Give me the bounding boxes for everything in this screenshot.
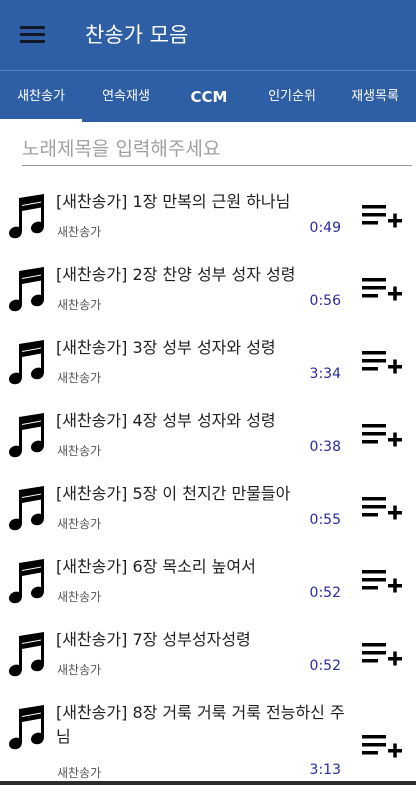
tab-ccm[interactable]: CCM (168, 71, 250, 123)
song-duration: 0:55 (309, 512, 341, 528)
tab-popular[interactable]: 인기순위 (251, 71, 333, 123)
song-category: 새찬송가 (57, 371, 102, 385)
music-note-icon (8, 192, 48, 240)
song-duration: 3:34 (309, 366, 341, 382)
playlist-add-icon[interactable] (362, 568, 404, 596)
song-category: 새찬송가 (57, 444, 102, 458)
music-note-icon (8, 703, 48, 751)
tab-playlist[interactable]: 재생목록 (334, 71, 416, 123)
song-category: 새찬송가 (57, 517, 102, 531)
song-duration: 0:52 (309, 585, 341, 601)
playlist-add-icon[interactable] (362, 203, 404, 231)
music-note-icon (8, 630, 48, 678)
music-note-icon (8, 411, 48, 459)
song-category: 새찬송가 (57, 225, 102, 239)
playlist-add-icon[interactable] (362, 733, 404, 761)
song-title: [새찬송가] 8장 거룩 거룩 거룩 전능하신 주님 (56, 703, 345, 746)
song-category: 새찬송가 (57, 766, 102, 780)
search-field[interactable] (22, 134, 412, 166)
app-title: 찬송가 모음 (85, 23, 189, 47)
song-category: 새찬송가 (57, 590, 102, 604)
song-title: [새찬송가] 1장 만복의 근원 하나님 (56, 192, 291, 211)
song-title: [새찬송가] 7장 성부성자성령 (56, 630, 251, 649)
song-title: [새찬송가] 2장 찬양 성부 성자 성령 (56, 265, 296, 284)
song-row[interactable]: [새찬송가] 2장 찬양 성부 성자 성령새찬송가 0:56 (0, 259, 416, 333)
song-duration: 0:52 (309, 658, 341, 674)
song-duration: 0:38 (309, 439, 341, 455)
song-row[interactable]: [새찬송가] 6장 목소리 높여서새찬송가 0:52 (0, 551, 416, 625)
bottom-divider (0, 781, 416, 785)
playlist-add-icon[interactable] (362, 641, 404, 669)
app-bar: 찬송가 모음 (0, 0, 416, 70)
song-row[interactable]: [새찬송가] 8장 거룩 거룩 거룩 전능하신 주님새찬송가 3:13 (0, 697, 416, 785)
song-title: [새찬송가] 6장 목소리 높여서 (56, 557, 256, 576)
song-category: 새찬송가 (57, 663, 102, 677)
tab-indicator (0, 119, 82, 123)
music-note-icon (8, 484, 48, 532)
playlist-add-icon[interactable] (362, 495, 404, 523)
song-duration: 0:56 (309, 293, 341, 309)
song-row[interactable]: [새찬송가] 7장 성부성자성령새찬송가 0:52 (0, 624, 416, 698)
song-duration: 3:13 (309, 762, 341, 778)
tab-continuous-play[interactable]: 연속재생 (85, 71, 167, 123)
menu-icon[interactable] (20, 26, 45, 43)
song-title: [새찬송가] 3장 성부 성자와 성령 (56, 338, 276, 357)
song-row[interactable]: [새찬송가] 3장 성부 성자와 성령새찬송가 3:34 (0, 332, 416, 406)
playlist-add-icon[interactable] (362, 276, 404, 304)
song-title: [새찬송가] 5장 이 천지간 만물들아 (56, 484, 291, 503)
playlist-add-icon[interactable] (362, 422, 404, 450)
song-row[interactable]: [새찬송가] 5장 이 천지간 만물들아새찬송가 0:55 (0, 478, 416, 552)
song-row[interactable]: [새찬송가] 1장 만복의 근원 하나님새찬송가 0:49 (0, 186, 416, 260)
music-note-icon (8, 265, 48, 313)
song-row[interactable]: [새찬송가] 4장 성부 성자와 성령새찬송가 0:38 (0, 405, 416, 479)
song-category: 새찬송가 (57, 298, 102, 312)
tab-bar: 새찬송가 연속재생 CCM 인기순위 재생목록 (0, 70, 416, 123)
tab-new-hymns[interactable]: 새찬송가 (0, 71, 82, 123)
search-input[interactable] (22, 134, 412, 164)
playlist-add-icon[interactable] (362, 349, 404, 377)
music-note-icon (8, 557, 48, 605)
music-note-icon (8, 338, 48, 386)
song-duration: 0:49 (309, 220, 341, 236)
song-title: [새찬송가] 4장 성부 성자와 성령 (56, 411, 276, 430)
